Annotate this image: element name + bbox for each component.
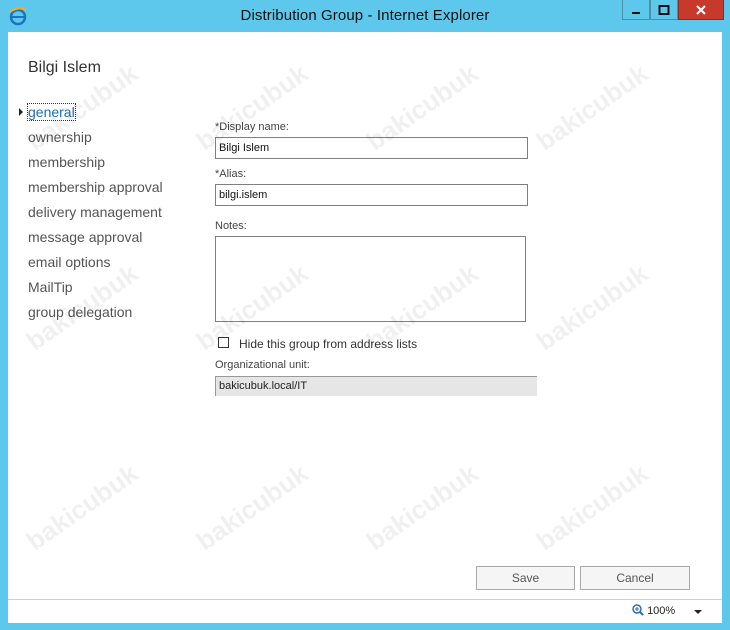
notes-field[interactable] <box>215 236 526 322</box>
nav-item-label: ownership <box>28 129 92 145</box>
close-button[interactable] <box>678 0 724 20</box>
nav-item-label: general <box>27 103 76 121</box>
nav-item-label: membership approval <box>28 179 163 195</box>
display-name-label: *Display name: <box>215 121 289 133</box>
alias-label: *Alias: <box>215 168 247 180</box>
page-title: Bilgi Islem <box>28 59 101 76</box>
dialog-content: Bilgi Islem general ownership membership… <box>8 32 722 599</box>
hide-from-address-lists-label: Hide this group from address lists <box>239 337 418 351</box>
watermark: bakicubuk <box>530 257 654 357</box>
nav-item-message-approval[interactable]: message approval <box>28 227 163 252</box>
nav-item-membership-approval[interactable]: membership approval <box>28 177 163 202</box>
watermark: bakicubuk <box>20 457 144 557</box>
zoom-level: 100% <box>647 605 676 617</box>
section-nav: general ownership membership membership … <box>19 102 163 327</box>
nav-item-label: MailTip <box>28 279 73 295</box>
window-title: Distribution Group - Internet Explorer <box>240 7 490 24</box>
nav-item-ownership[interactable]: ownership <box>28 127 163 152</box>
close-icon <box>696 4 706 15</box>
nav-item-group-delegation[interactable]: group delegation <box>28 302 163 327</box>
watermark: bakicubuk <box>530 57 654 157</box>
nav-item-label: email options <box>28 254 111 270</box>
browser-window: Distribution Group - Internet Explorer B… <box>0 0 730 630</box>
selected-arrow-icon <box>19 108 23 116</box>
nav-item-delivery-management[interactable]: delivery management <box>28 202 163 227</box>
nav-item-mailtip[interactable]: MailTip <box>28 277 163 302</box>
watermark: bakicubuk <box>190 457 314 557</box>
organizational-unit-label: Organizational unit: <box>215 359 310 371</box>
alias-field[interactable] <box>215 184 528 206</box>
nav-item-general[interactable]: general <box>19 102 163 127</box>
watermark: bakicubuk <box>530 457 654 557</box>
watermark: bakicubuk <box>360 457 484 557</box>
nav-item-label: delivery management <box>28 204 162 220</box>
chevron-down-icon[interactable] <box>694 610 702 614</box>
nav-item-label: membership <box>28 154 106 170</box>
zoom-icon <box>632 604 644 616</box>
notes-label: Notes: <box>215 220 247 232</box>
display-name-field[interactable] <box>215 137 528 159</box>
zoom-control[interactable]: 100% <box>632 604 675 617</box>
organizational-unit-field: bakicubuk.local/IT <box>215 376 537 396</box>
title-bar[interactable]: Distribution Group - Internet Explorer <box>0 0 730 32</box>
minimize-icon <box>632 11 640 14</box>
nav-item-label: group delegation <box>28 304 133 320</box>
cancel-button[interactable]: Cancel <box>580 566 690 590</box>
hide-from-address-lists-checkbox[interactable] <box>218 337 229 348</box>
maximize-icon <box>658 4 670 15</box>
nav-item-label: message approval <box>28 229 143 245</box>
save-button[interactable]: Save <box>476 566 575 590</box>
status-bar: 100% <box>8 599 722 623</box>
nav-item-email-options[interactable]: email options <box>28 252 163 277</box>
maximize-button[interactable] <box>650 0 678 20</box>
nav-item-membership[interactable]: membership <box>28 152 163 177</box>
minimize-button[interactable] <box>622 0 650 20</box>
